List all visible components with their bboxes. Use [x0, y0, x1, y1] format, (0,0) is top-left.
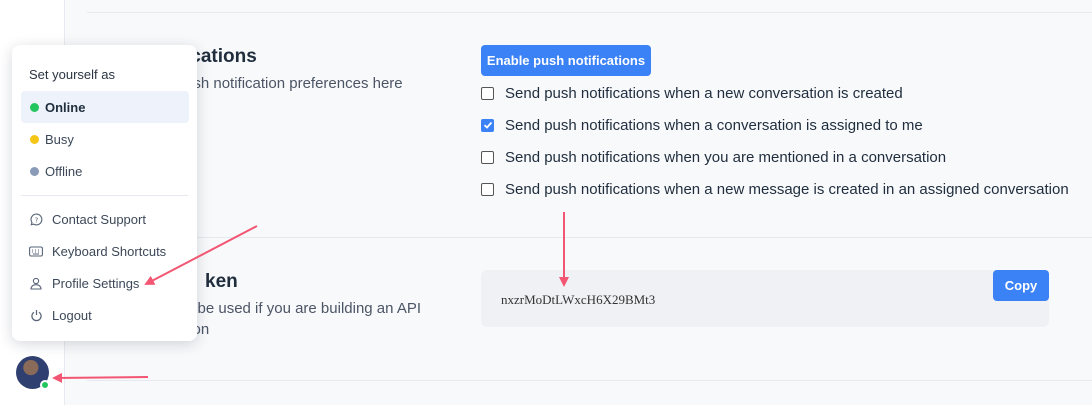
access-token-box: nxzrMoDtLWxcH6X29BMt3 Copy	[481, 270, 1049, 327]
checkbox[interactable]	[481, 150, 494, 164]
push-option-new-message[interactable]: Send push notifications when a new messa…	[481, 173, 1069, 205]
keyboard-icon	[29, 244, 43, 258]
access-token-value[interactable]: nxzrMoDtLWxcH6X29BMt3	[501, 292, 655, 308]
status-label: Offline	[45, 163, 83, 179]
svg-text:?: ?	[34, 216, 38, 224]
push-section-description: ush notification preferences here	[185, 75, 403, 92]
menu-item-label: Keyboard Shortcuts	[52, 243, 167, 259]
chat-help-icon: ?	[29, 212, 43, 226]
status-label: Busy	[45, 131, 74, 147]
menu-header: Set yourself as	[29, 67, 115, 82]
enable-push-button[interactable]: Enable push notifications	[481, 45, 651, 76]
push-options-list: Send push notifications when a new conve…	[481, 77, 1069, 205]
menu-item-label: Contact Support	[52, 211, 146, 227]
menu-item-keyboard-shortcuts[interactable]: Keyboard Shortcuts	[29, 239, 166, 263]
option-label: Send push notifications when you are men…	[505, 148, 947, 166]
checkbox[interactable]	[481, 86, 494, 100]
token-section-description: n be used if you are building an API tio…	[185, 298, 485, 340]
online-dot-icon	[30, 102, 39, 112]
user-avatar[interactable]	[16, 356, 50, 390]
menu-item-label: Profile Settings	[52, 275, 140, 291]
menu-item-label: Logout	[52, 307, 92, 323]
push-option-mentioned[interactable]: Send push notifications when you are men…	[481, 141, 1069, 173]
option-label: Send push notifications when a new messa…	[505, 180, 1069, 198]
copy-token-button[interactable]: Copy	[993, 270, 1049, 301]
status-offline[interactable]: Offline	[21, 155, 189, 187]
menu-item-logout[interactable]: Logout	[29, 303, 92, 327]
offline-dot-icon	[30, 166, 39, 176]
menu-item-profile-settings[interactable]: Profile Settings	[29, 271, 139, 295]
checkbox[interactable]	[481, 182, 494, 196]
checkmark-icon	[483, 121, 492, 129]
divider	[87, 12, 1092, 13]
push-option-new-conversation[interactable]: Send push notifications when a new conve…	[481, 77, 1069, 109]
menu-item-contact-support[interactable]: ? Contact Support	[29, 207, 146, 231]
status-label: Online	[45, 99, 86, 115]
online-status-dot-icon	[40, 380, 50, 390]
person-icon	[29, 276, 43, 290]
push-option-assigned[interactable]: Send push notifications when a conversat…	[481, 109, 1069, 141]
divider	[87, 237, 1092, 238]
status-online[interactable]: Online	[21, 91, 189, 123]
profile-menu: Set yourself as Online Busy Offline ? Co…	[12, 45, 197, 341]
divider	[87, 380, 1092, 381]
busy-dot-icon	[30, 134, 39, 144]
menu-divider	[21, 195, 188, 196]
settings-main: ications ush notification preferences he…	[65, 0, 1092, 405]
token-description-line: n be used if you are building an API	[185, 300, 422, 317]
option-label: Send push notifications when a conversat…	[505, 116, 923, 134]
option-label: Send push notifications when a new conve…	[505, 84, 903, 102]
power-icon	[29, 308, 43, 322]
token-description-line: tion	[185, 321, 210, 338]
status-busy[interactable]: Busy	[21, 123, 189, 155]
checkbox-checked[interactable]	[481, 118, 494, 132]
token-section-title: ken	[205, 271, 238, 292]
